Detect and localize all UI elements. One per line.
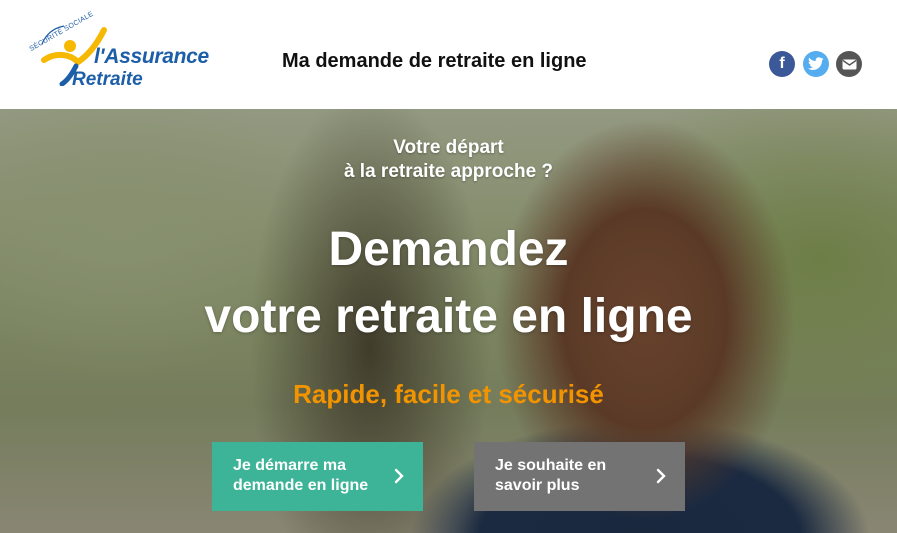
logo-word-assurance: l'Assurance [94, 45, 209, 68]
email-share-button[interactable] [836, 51, 862, 77]
twitter-share-button[interactable] [803, 51, 829, 77]
chevron-right-icon [656, 468, 666, 484]
start-request-label: Je démarre ma demande en ligne [233, 457, 369, 494]
hero-headline-line1: Demandez [328, 223, 569, 276]
hero-intro-line1: Votre départ [393, 137, 504, 158]
logo-word-retraite: Retraite [72, 69, 143, 90]
assurance-retraite-logo[interactable]: SÉCURITÉ SOCIALE l'Assurance Retraite [28, 11, 218, 96]
facebook-icon: f [779, 55, 785, 72]
learn-more-button[interactable]: Je souhaite en savoir plus [474, 442, 685, 511]
mail-icon [842, 59, 856, 69]
hero-tagline: Rapide, facile et sécurisé [293, 379, 604, 409]
hero-headline-line2: votre retraite en ligne [204, 290, 693, 343]
twitter-icon [808, 57, 824, 70]
chevron-right-icon [394, 468, 404, 484]
page-title: Ma demande de retraite en ligne [282, 50, 587, 72]
hero-intro-line2: à la retraite approche ? [343, 161, 554, 182]
learn-more-label: Je souhaite en savoir plus [495, 457, 607, 494]
site-header: SÉCURITÉ SOCIALE l'Assurance Retraite Ma… [0, 0, 897, 109]
facebook-share-button[interactable]: f [769, 51, 795, 77]
start-request-button[interactable]: Je démarre ma demande en ligne [212, 442, 423, 511]
hero-banner: Votre départ à la retraite approche ? De… [0, 109, 897, 533]
